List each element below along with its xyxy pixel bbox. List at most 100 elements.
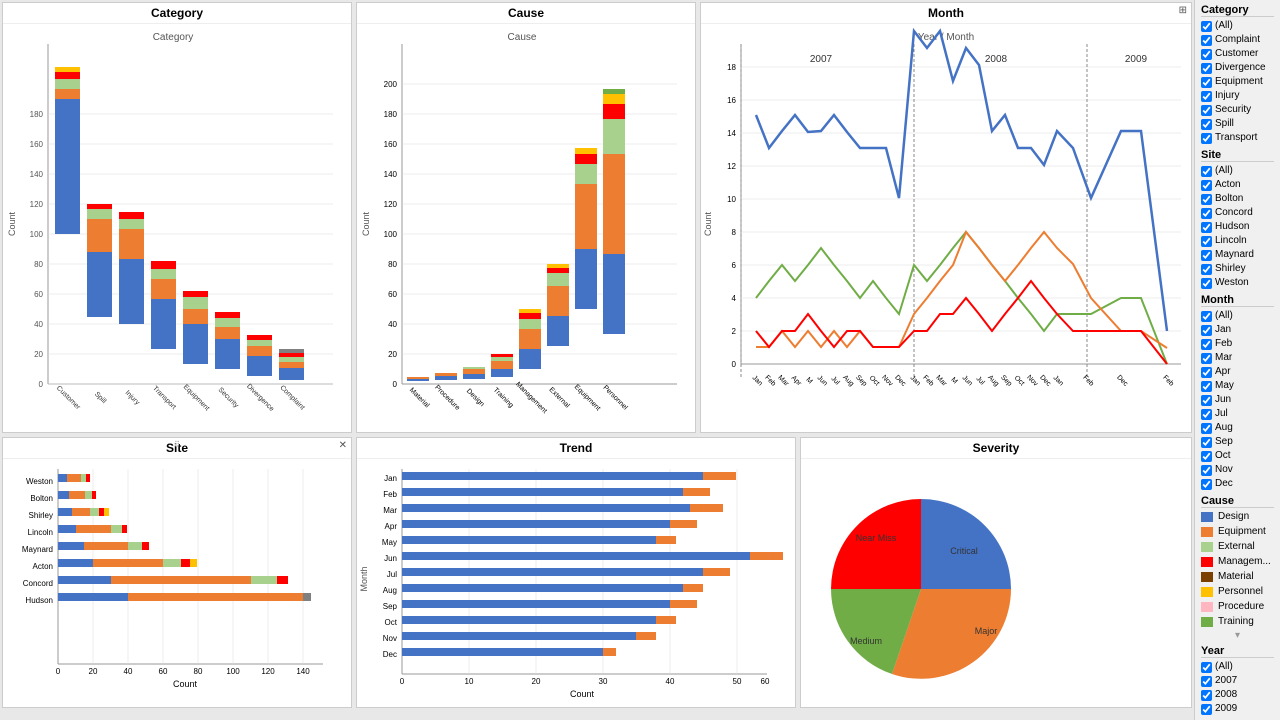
sidebar-year-all[interactable]: (All) — [1201, 660, 1274, 674]
sidebar-month-all[interactable]: (All) — [1201, 309, 1274, 323]
checkbox-category-security[interactable] — [1201, 105, 1212, 116]
expand-icon[interactable]: ⊞ — [1179, 5, 1187, 16]
svg-text:50: 50 — [733, 677, 742, 686]
svg-text:Personnel: Personnel — [601, 384, 629, 412]
svg-text:2009: 2009 — [1125, 54, 1148, 65]
checkbox-month-nov[interactable] — [1201, 465, 1212, 476]
checkbox-site-acton[interactable] — [1201, 180, 1212, 191]
svg-text:14: 14 — [727, 129, 736, 138]
checkbox-month-aug[interactable] — [1201, 423, 1212, 434]
checkbox-site-concord[interactable] — [1201, 208, 1212, 219]
sidebar-site-hudson[interactable]: Hudson — [1201, 220, 1274, 234]
sidebar-month-jul[interactable]: Jul — [1201, 407, 1274, 421]
cause-material-color — [1201, 572, 1213, 582]
sidebar-category-transport[interactable]: Transport — [1201, 131, 1274, 145]
checkbox-month-may[interactable] — [1201, 381, 1212, 392]
sidebar-cause-material[interactable]: Material — [1201, 570, 1274, 584]
checkbox-site-shirley[interactable] — [1201, 264, 1212, 275]
sidebar-site-lincoln[interactable]: Lincoln — [1201, 234, 1274, 248]
sidebar-category-security[interactable]: Security — [1201, 103, 1274, 117]
checkbox-month-jan[interactable] — [1201, 325, 1212, 336]
svg-text:Feb: Feb — [921, 374, 935, 388]
checkbox-category-injury[interactable] — [1201, 91, 1212, 102]
svg-text:Count: Count — [361, 212, 371, 237]
checkbox-year-2007[interactable] — [1201, 676, 1212, 687]
sidebar-cause-training[interactable]: Training — [1201, 615, 1274, 629]
checkbox-month-oct[interactable] — [1201, 451, 1212, 462]
checkbox-site-lincoln[interactable] — [1201, 236, 1212, 247]
sidebar-month-may[interactable]: May — [1201, 379, 1274, 393]
cause-scroll-indicator: ▾ — [1201, 630, 1274, 641]
checkbox-category-spill[interactable] — [1201, 119, 1212, 130]
close-button[interactable]: ✕ — [339, 440, 347, 451]
checkbox-month-sep[interactable] — [1201, 437, 1212, 448]
sidebar-month-nov[interactable]: Nov — [1201, 463, 1274, 477]
sidebar-category-equipment[interactable]: Equipment — [1201, 75, 1274, 89]
sidebar-year-2007[interactable]: 2007 — [1201, 674, 1274, 688]
sidebar-category-section: Category (All) Complaint Customer Diverg… — [1201, 4, 1274, 145]
checkbox-category-equipment[interactable] — [1201, 77, 1212, 88]
sidebar-site-all[interactable]: (All) — [1201, 164, 1274, 178]
checkbox-month-mar[interactable] — [1201, 353, 1212, 364]
checkbox-month-dec[interactable] — [1201, 479, 1212, 490]
sidebar-cause-personnel[interactable]: Personnel — [1201, 585, 1274, 599]
sidebar-month-apr[interactable]: Apr — [1201, 365, 1274, 379]
svg-text:10: 10 — [465, 677, 474, 686]
checkbox-category-divergence[interactable] — [1201, 63, 1212, 74]
sidebar-category-spill[interactable]: Spill — [1201, 117, 1274, 131]
sidebar-month-dec[interactable]: Dec — [1201, 477, 1274, 491]
checkbox-site-weston[interactable] — [1201, 278, 1212, 289]
checkbox-category-complaint[interactable] — [1201, 35, 1212, 46]
sidebar-category-injury[interactable]: Injury — [1201, 89, 1274, 103]
checkbox-month-feb[interactable] — [1201, 339, 1212, 350]
sidebar-month-sep[interactable]: Sep — [1201, 435, 1274, 449]
sidebar-site-bolton[interactable]: Bolton — [1201, 192, 1274, 206]
sidebar-cause-equipment[interactable]: Equipment — [1201, 525, 1274, 539]
checkbox-site-bolton[interactable] — [1201, 194, 1212, 205]
sidebar-year-2009[interactable]: 2009 — [1201, 702, 1274, 716]
svg-text:100: 100 — [384, 230, 398, 239]
sidebar-cause-external[interactable]: External — [1201, 540, 1274, 554]
sidebar-month-jun[interactable]: Jun — [1201, 393, 1274, 407]
checkbox-site-all[interactable] — [1201, 166, 1212, 177]
sidebar-category-complaint[interactable]: Complaint — [1201, 33, 1274, 47]
checkbox-site-hudson[interactable] — [1201, 222, 1212, 233]
sidebar-site-weston[interactable]: Weston — [1201, 276, 1274, 290]
checkbox-month-all[interactable] — [1201, 311, 1212, 322]
sidebar-month-aug[interactable]: Aug — [1201, 421, 1274, 435]
svg-text:Security: Security — [217, 387, 240, 410]
svg-text:Jul: Jul — [829, 375, 841, 387]
sidebar-category-customer[interactable]: Customer — [1201, 47, 1274, 61]
svg-text:Bolton: Bolton — [30, 494, 53, 503]
svg-text:120: 120 — [384, 200, 398, 209]
sidebar-cause-design[interactable]: Design — [1201, 510, 1274, 524]
sidebar-category-divergence[interactable]: Divergence — [1201, 61, 1274, 75]
drag-handle[interactable]: ⠿ — [174, 440, 180, 449]
checkbox-category-all[interactable] — [1201, 21, 1212, 32]
sidebar-site-concord[interactable]: Concord — [1201, 206, 1274, 220]
sidebar-month-feb[interactable]: Feb — [1201, 337, 1274, 351]
site-chart-panel: ⠿ ✕ Site 0 20 40 60 80 100 120 140 — [2, 437, 352, 708]
sidebar-cause-procedure[interactable]: Procedure — [1201, 600, 1274, 614]
sidebar-site-shirley[interactable]: Shirley — [1201, 262, 1274, 276]
checkbox-year-all[interactable] — [1201, 662, 1212, 673]
sidebar-site-acton[interactable]: Acton — [1201, 178, 1274, 192]
checkbox-category-customer[interactable] — [1201, 49, 1212, 60]
sidebar-month-jan[interactable]: Jan — [1201, 323, 1274, 337]
svg-text:M: M — [950, 376, 959, 385]
svg-text:Sep: Sep — [999, 374, 1013, 388]
checkbox-month-jul[interactable] — [1201, 409, 1212, 420]
sidebar-year-2008[interactable]: 2008 — [1201, 688, 1274, 702]
svg-text:0: 0 — [39, 380, 44, 389]
checkbox-year-2008[interactable] — [1201, 690, 1212, 701]
checkbox-site-maynard[interactable] — [1201, 250, 1212, 261]
sidebar-month-mar[interactable]: Mar — [1201, 351, 1274, 365]
checkbox-category-transport[interactable] — [1201, 133, 1212, 144]
checkbox-month-apr[interactable] — [1201, 367, 1212, 378]
sidebar-cause-management[interactable]: Managem... — [1201, 555, 1274, 569]
sidebar-category-all[interactable]: (All) — [1201, 19, 1274, 33]
sidebar-month-oct[interactable]: Oct — [1201, 449, 1274, 463]
checkbox-month-jun[interactable] — [1201, 395, 1212, 406]
sidebar-site-maynard[interactable]: Maynard — [1201, 248, 1274, 262]
checkbox-year-2009[interactable] — [1201, 704, 1212, 715]
